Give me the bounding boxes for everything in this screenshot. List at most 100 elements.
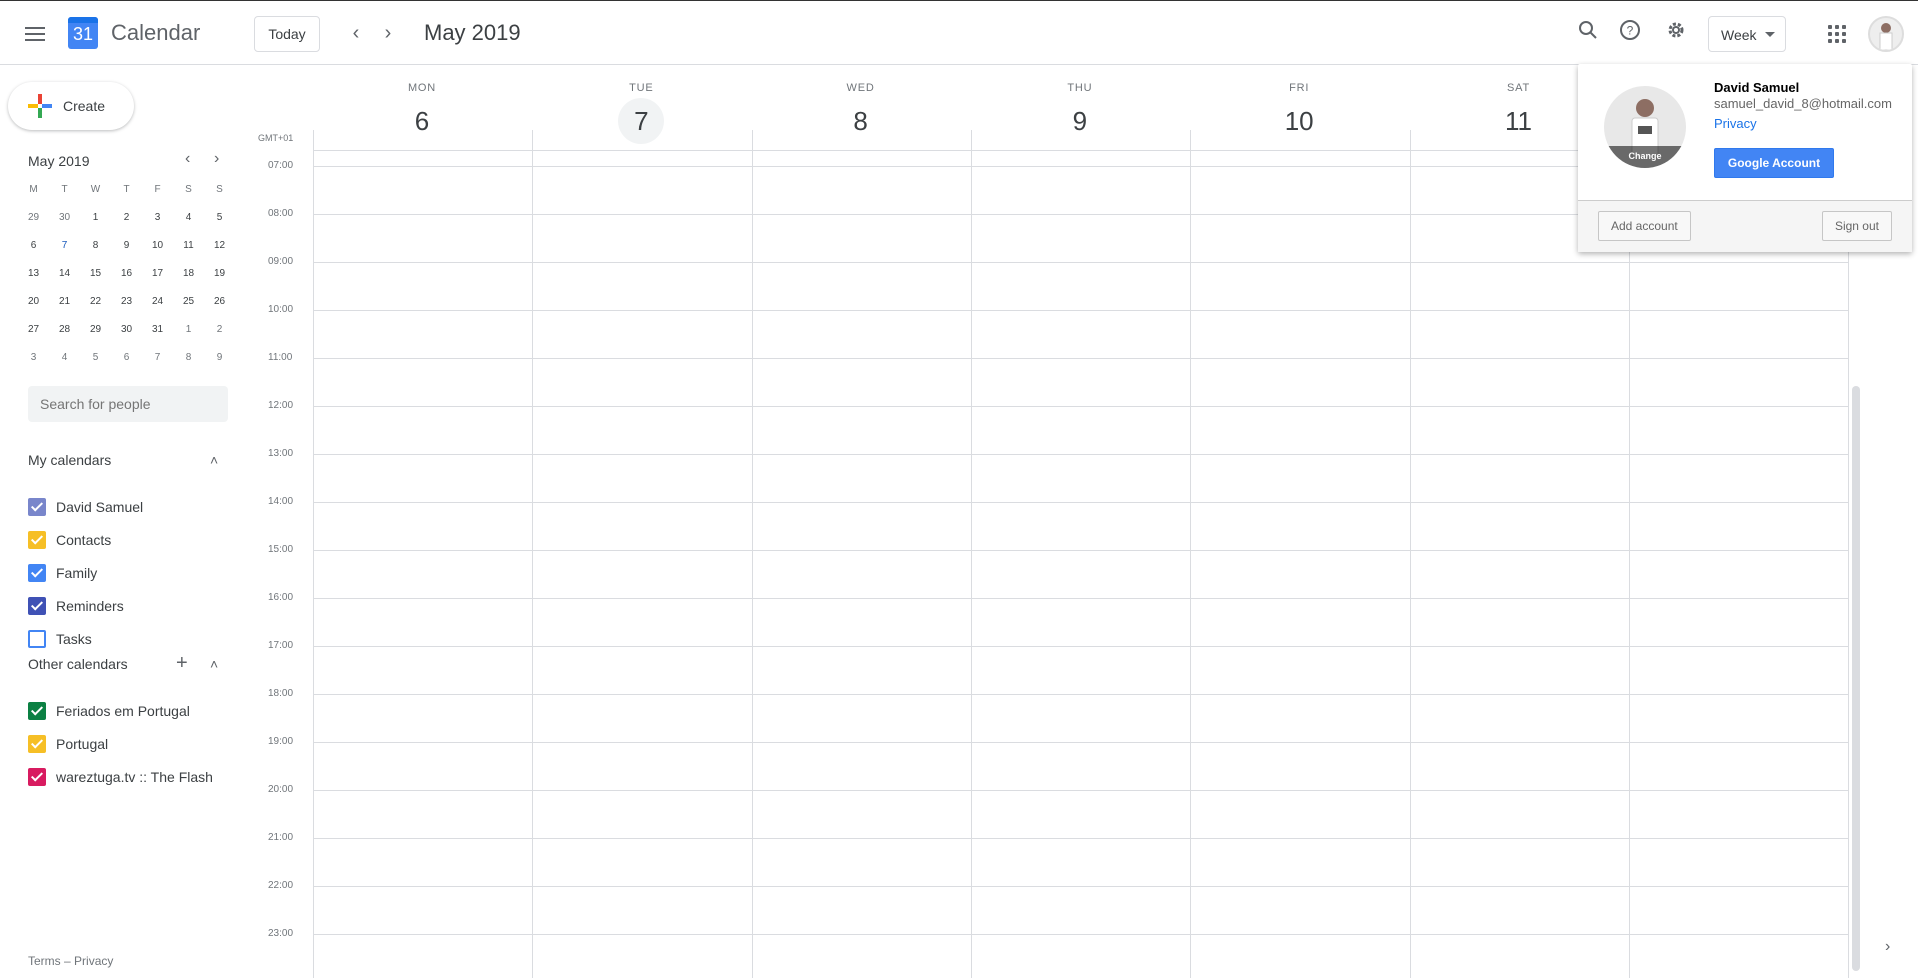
chevron-right-icon[interactable]: › <box>376 21 400 45</box>
mini-day-cell[interactable]: 29 <box>80 316 111 344</box>
hour-label: 14:00 <box>268 496 294 507</box>
mini-day-cell[interactable]: 1 <box>173 316 204 344</box>
hour-gridline <box>313 742 1848 743</box>
mini-day-cell[interactable]: 22 <box>80 288 111 316</box>
logo-date: 31 <box>72 24 94 44</box>
privacy-link[interactable]: Privacy <box>74 954 113 968</box>
mini-day-cell[interactable]: 13 <box>18 260 49 288</box>
mini-day-cell[interactable]: 15 <box>80 260 111 288</box>
calendar-item[interactable]: Tasks <box>28 627 92 651</box>
day-column-divider <box>970 130 972 978</box>
calendar-checkbox[interactable] <box>28 564 46 582</box>
mini-day-cell[interactable]: 4 <box>49 344 80 372</box>
calendar-checkbox[interactable] <box>28 531 46 549</box>
google-account-button[interactable]: Google Account <box>1714 148 1834 178</box>
mini-day-cell[interactable]: 14 <box>49 260 80 288</box>
week-grid[interactable] <box>313 130 1850 978</box>
search-people-input[interactable] <box>28 386 228 422</box>
calendar-item[interactable]: Reminders <box>28 594 124 618</box>
hour-gridline <box>313 934 1848 935</box>
mini-day-cell[interactable]: 31 <box>142 316 173 344</box>
day-column-divider <box>1409 130 1411 978</box>
mini-day-cell[interactable]: 30 <box>111 316 142 344</box>
mini-day-cell[interactable]: 10 <box>142 232 173 260</box>
mini-day-cell[interactable]: 6 <box>111 344 142 372</box>
mini-day-cell[interactable]: 4 <box>173 204 204 232</box>
mini-day-cell[interactable]: 16 <box>111 260 142 288</box>
settings-icon[interactable] <box>1661 19 1691 49</box>
view-selector[interactable]: Week <box>1708 16 1786 52</box>
calendar-checkbox[interactable] <box>28 630 46 648</box>
mini-day-cell[interactable]: 11 <box>173 232 204 260</box>
hour-label: 23:00 <box>268 928 294 939</box>
scrollbar[interactable] <box>1852 386 1860 971</box>
top-bar: 31 Calendar Today ‹ › May 2019 ? Week <box>0 0 1918 65</box>
add-icon[interactable]: + <box>176 652 188 674</box>
mini-day-cell[interactable]: 1 <box>80 204 111 232</box>
mini-day-cell[interactable]: 19 <box>204 260 235 288</box>
hour-label: 19:00 <box>268 736 294 747</box>
mini-day-cell[interactable]: 27 <box>18 316 49 344</box>
apps-icon[interactable] <box>1828 25 1846 43</box>
chevron-up-icon[interactable]: ˄ <box>210 656 222 672</box>
calendar-checkbox[interactable] <box>28 702 46 720</box>
mini-day-cell[interactable]: 24 <box>142 288 173 316</box>
day-column-divider <box>1628 130 1630 978</box>
mini-day-cell[interactable]: 17 <box>142 260 173 288</box>
chevron-left-icon[interactable]: ‹ <box>344 21 368 45</box>
privacy-link[interactable]: Privacy <box>1714 116 1757 131</box>
avatar[interactable] <box>1868 16 1904 52</box>
terms-link[interactable]: Terms <box>28 954 61 968</box>
mini-day-cell[interactable]: 20 <box>18 288 49 316</box>
mini-day-cell[interactable]: 23 <box>111 288 142 316</box>
profile-photo[interactable]: Change <box>1604 86 1686 168</box>
account-email: samuel_david_8@hotmail.com <box>1714 96 1892 111</box>
mini-day-cell[interactable]: 2 <box>111 204 142 232</box>
chevron-up-icon[interactable]: ˄ <box>210 452 222 468</box>
mini-day-cell[interactable]: 25 <box>173 288 204 316</box>
today-button[interactable]: Today <box>254 16 320 52</box>
mini-day-cell[interactable]: 6 <box>18 232 49 260</box>
mini-day-cell[interactable]: 12 <box>204 232 235 260</box>
menu-icon[interactable] <box>20 19 50 49</box>
sign-out-button[interactable]: Sign out <box>1821 211 1892 241</box>
chevron-left-icon[interactable]: ‹ <box>185 150 190 168</box>
svg-text:?: ? <box>1627 24 1634 38</box>
mini-day-cell[interactable]: 8 <box>80 232 111 260</box>
mini-day-cell[interactable]: 21 <box>49 288 80 316</box>
mini-day-cell[interactable]: 3 <box>142 204 173 232</box>
mini-day-cell[interactable]: 18 <box>173 260 204 288</box>
mini-day-cell[interactable]: 2 <box>204 316 235 344</box>
calendar-item[interactable]: Feriados em Portugal <box>28 699 190 723</box>
calendar-item[interactable]: Portugal <box>28 732 108 756</box>
mini-day-cell[interactable]: 5 <box>80 344 111 372</box>
mini-day-cell[interactable]: 26 <box>204 288 235 316</box>
calendar-checkbox[interactable] <box>28 768 46 786</box>
calendar-checkbox[interactable] <box>28 735 46 753</box>
calendar-item[interactable]: wareztuga.tv :: The Flash <box>28 765 213 789</box>
mini-day-cell[interactable]: 8 <box>173 344 204 372</box>
create-button[interactable]: Create <box>8 82 134 130</box>
mini-day-cell[interactable]: 5 <box>204 204 235 232</box>
chevron-right-icon[interactable]: › <box>1885 938 1890 956</box>
calendar-item[interactable]: David Samuel <box>28 495 143 519</box>
calendar-item[interactable]: Contacts <box>28 528 111 552</box>
mini-day-cell[interactable]: 9 <box>204 344 235 372</box>
mini-day-cell[interactable]: 29 <box>18 204 49 232</box>
add-account-button[interactable]: Add account <box>1598 211 1691 241</box>
mini-day-cell[interactable]: 7 <box>49 232 80 260</box>
change-photo-label[interactable]: Change <box>1604 146 1686 168</box>
chevron-right-icon[interactable]: › <box>214 150 219 168</box>
hour-label: 11:00 <box>268 352 293 363</box>
mini-day-cell[interactable]: 28 <box>49 316 80 344</box>
mini-day-cell[interactable]: 7 <box>142 344 173 372</box>
help-icon[interactable]: ? <box>1615 19 1645 49</box>
mini-day-cell[interactable]: 30 <box>49 204 80 232</box>
mini-day-cell[interactable]: 9 <box>111 232 142 260</box>
mini-calendar: M T W T F S S 29 30 1 2 3 4 5 6 7 8 9 10 11 12 13 14 15 16 17 18 19… <box>18 176 242 372</box>
search-icon[interactable] <box>1573 19 1603 49</box>
calendar-checkbox[interactable] <box>28 498 46 516</box>
calendar-checkbox[interactable] <box>28 597 46 615</box>
mini-day-cell[interactable]: 3 <box>18 344 49 372</box>
calendar-item[interactable]: Family <box>28 561 97 585</box>
